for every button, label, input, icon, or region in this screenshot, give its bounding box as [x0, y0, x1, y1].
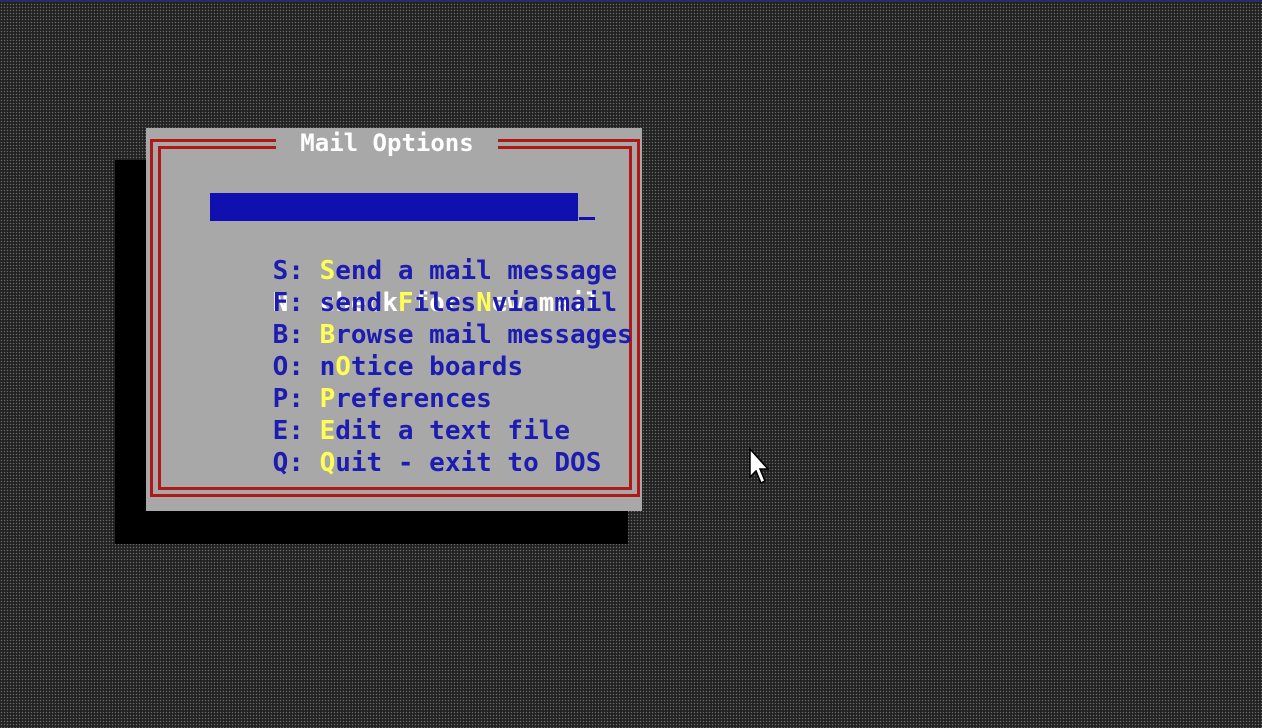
- menu-item-label-post: uit - exit to DOS: [335, 448, 602, 478]
- menu-item-hotkey: Q: [319, 448, 336, 478]
- menu-item-key: Q:: [272, 448, 304, 478]
- screen-top-border: [0, 0, 1262, 2]
- menu-item-notice-boards[interactable]: O: nOtice boards: [210, 319, 633, 382]
- menu-item-send-files[interactable]: F: send Files via mail: [210, 255, 633, 318]
- text-cursor: [579, 217, 595, 220]
- menu-item-send-mail-message[interactable]: S: Send a mail message: [210, 223, 633, 286]
- menu-item-browse-messages[interactable]: B: Browse mail messages: [210, 287, 633, 350]
- menu-item-quit[interactable]: Q: Quit - exit to DOS: [210, 415, 633, 478]
- dialog-title: Mail Options: [300, 129, 474, 157]
- menu-item-preferences[interactable]: P: Preferences: [210, 351, 633, 414]
- selection-highlight: [210, 193, 578, 221]
- mouse-pointer-icon: [749, 447, 770, 485]
- menu-item-edit-text-file[interactable]: E: Edit a text file: [210, 383, 633, 446]
- menu-item-check-new-mail[interactable]: N: check for New mail: [210, 191, 633, 318]
- mail-options-menu: N: check for New mail S: Send a mail mes…: [210, 191, 633, 478]
